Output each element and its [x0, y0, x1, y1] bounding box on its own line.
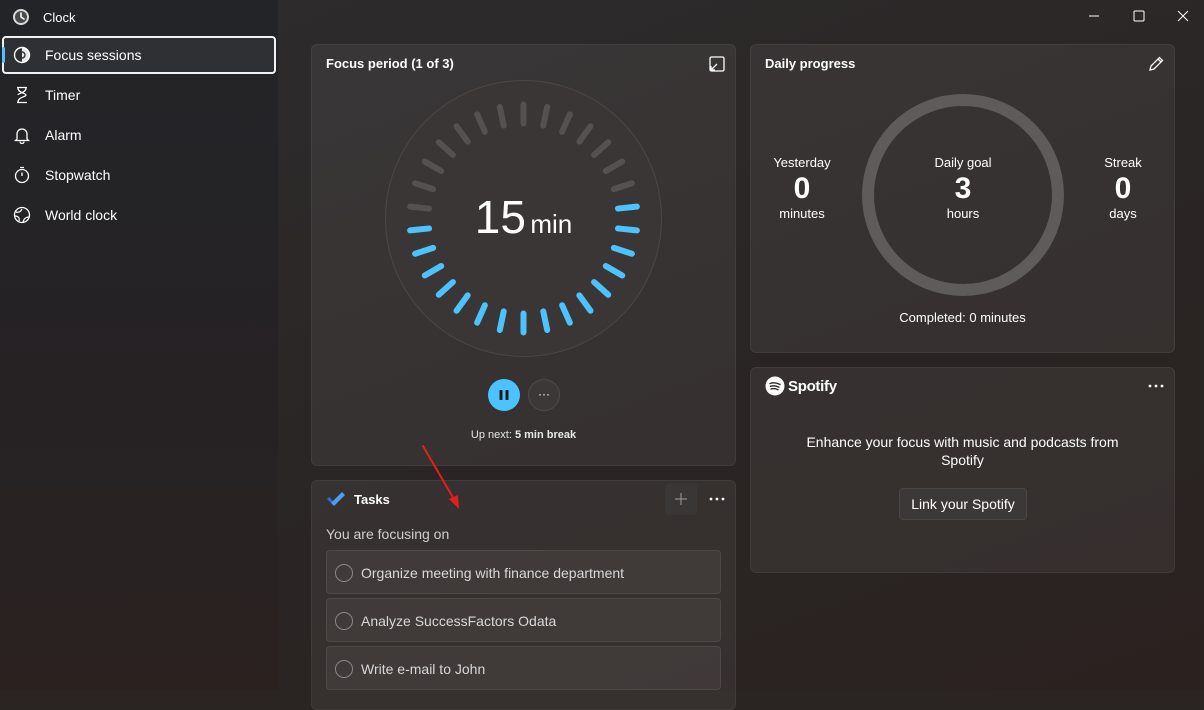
app-title: Clock — [43, 10, 76, 25]
nav-item-alarm[interactable]: Alarm — [2, 116, 276, 154]
spotify-message: Enhance your focus with music and podcas… — [806, 434, 1119, 468]
sidebar: Clock Focus sessions Timer Alarm Stopwat… — [0, 0, 278, 690]
yesterday-label: Yesterday — [773, 155, 831, 170]
spotify-more-icon[interactable] — [1146, 378, 1166, 394]
dial-tick-active — [540, 308, 551, 334]
nav-label: World clock — [45, 207, 118, 223]
goal-unit: hours — [946, 206, 980, 221]
streak-unit: days — [1109, 206, 1137, 221]
focus-icon — [13, 46, 31, 64]
focus-more-button[interactable]: ··· — [528, 379, 560, 411]
dial-tick — [540, 103, 551, 129]
task-checkbox[interactable] — [335, 612, 353, 630]
maximize-icon[interactable] — [1129, 6, 1149, 26]
edit-pencil-icon[interactable] — [1147, 55, 1165, 73]
bell-icon — [13, 128, 31, 144]
nav-label: Stopwatch — [45, 167, 111, 183]
up-next-label: Up next: — [470, 429, 512, 441]
plus-icon — [675, 493, 687, 505]
clock-app-icon — [13, 9, 29, 25]
yesterday-stat: Yesterday 0 minutes — [752, 155, 852, 221]
streak-value: 0 — [1114, 172, 1132, 205]
globe-icon — [13, 206, 31, 224]
spotify-icon — [765, 376, 785, 396]
yesterday-value: 0 — [793, 172, 811, 205]
daily-progress-title: Daily progress — [765, 56, 856, 71]
timer-unit: min — [530, 209, 573, 239]
add-task-button[interactable] — [665, 483, 697, 515]
nav-item-world-clock[interactable]: World clock — [2, 196, 276, 234]
compact-overlay-icon[interactable] — [708, 55, 726, 73]
hourglass-icon — [17, 86, 27, 104]
task-item[interactable]: Write e-mail to John — [326, 646, 721, 690]
task-text: Organize meeting with finance department — [361, 565, 625, 581]
stopwatch-icon — [14, 166, 30, 184]
task-checkbox[interactable] — [335, 564, 353, 582]
task-text: Analyze SuccessFactors Odata — [361, 613, 557, 629]
spotify-wordmark: Spotify — [788, 377, 837, 395]
nav-label: Timer — [45, 87, 81, 103]
nav-label: Focus sessions — [45, 47, 142, 63]
streak-label: Streak — [1104, 155, 1142, 170]
up-next-value: 5 min break — [514, 429, 577, 441]
goal-label: Daily goal — [934, 155, 992, 170]
dial-tick-active — [496, 308, 507, 334]
focus-period-title: Focus period (1 of 3) — [326, 56, 454, 71]
tasks-subtitle: You are focusing on — [326, 526, 450, 542]
completed-text: Completed: 0 minutes — [899, 310, 1026, 325]
dial-tick — [496, 103, 507, 129]
active-indicator — [2, 47, 5, 63]
pause-icon — [499, 390, 509, 400]
minimize-icon[interactable] — [1084, 6, 1104, 26]
task-item[interactable]: Organize meeting with finance department — [326, 550, 721, 594]
task-checkbox[interactable] — [335, 660, 353, 678]
task-item[interactable]: Analyze SuccessFactors Odata — [326, 598, 721, 642]
goal-value: 3 — [954, 172, 972, 205]
link-spotify-button[interactable]: Link your Spotify — [899, 488, 1027, 520]
nav-label: Alarm — [45, 127, 82, 143]
streak-stat: Streak 0 days — [1073, 155, 1173, 221]
annotation-arrow — [422, 445, 459, 509]
spotify-card — [750, 367, 1175, 573]
daily-goal-stat: Daily goal 3 hours — [913, 155, 1013, 221]
tasks-more-icon[interactable] — [707, 491, 727, 507]
up-next: Up next: 5 min break — [311, 429, 736, 441]
task-text: Write e-mail to John — [361, 661, 486, 677]
nav-item-focus-sessions[interactable]: Focus sessions — [2, 36, 276, 74]
pause-button[interactable] — [488, 379, 520, 411]
close-icon[interactable] — [1173, 6, 1193, 26]
nav-item-stopwatch[interactable]: Stopwatch — [2, 156, 276, 194]
todo-checkmark-icon — [327, 492, 345, 506]
timer-readout: 15 min — [384, 190, 663, 244]
tasks-title: Tasks — [354, 492, 390, 507]
timer-value: 15 — [474, 191, 526, 243]
yesterday-unit: minutes — [779, 206, 825, 221]
spotify-logo: Spotify — [765, 375, 837, 397]
nav-item-timer[interactable]: Timer — [2, 76, 276, 114]
